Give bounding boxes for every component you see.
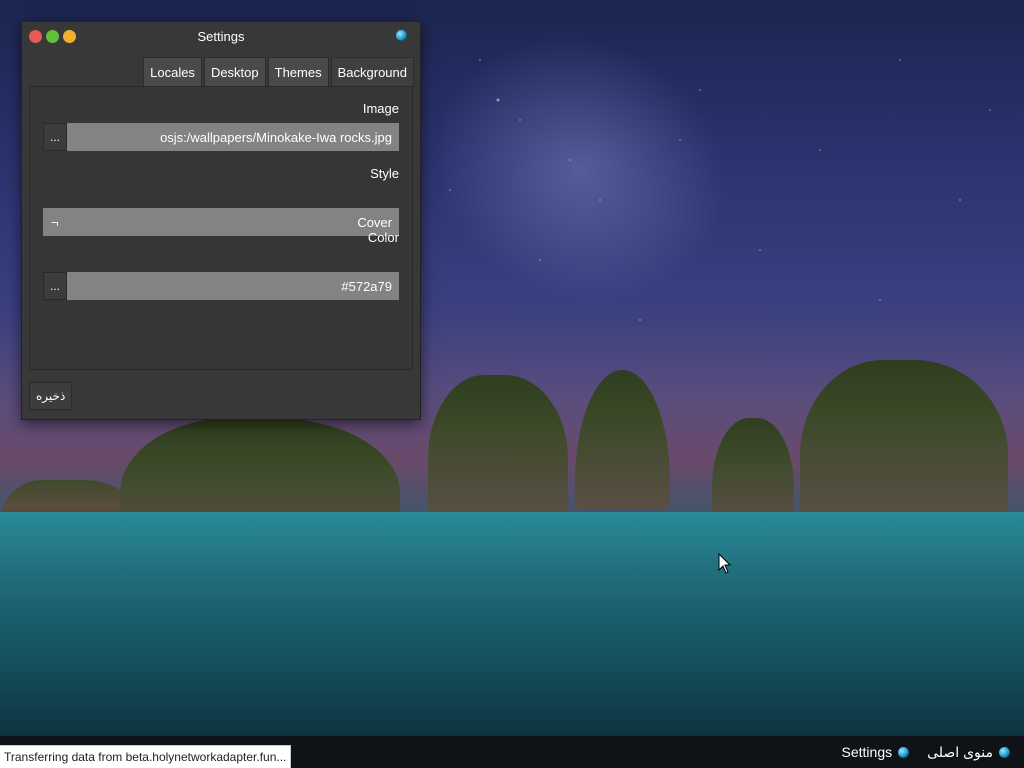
tab-background[interactable]: Background [330, 57, 414, 87]
globe-icon [898, 746, 910, 758]
globe-icon [999, 746, 1010, 758]
status-bar: Transferring data from beta.holynetworka… [0, 745, 292, 768]
tab-locales[interactable]: Locales [143, 57, 202, 87]
mouse-cursor-icon [718, 553, 732, 574]
tab-desktop[interactable]: Desktop [203, 57, 266, 87]
color-label: Color [367, 230, 399, 245]
taskbar-item-label: منوی اصلی [927, 743, 993, 760]
taskbar-main-menu[interactable]: منوی اصلی [923, 736, 1014, 768]
window-title: Settings [197, 28, 245, 44]
tab-label: Locales [150, 65, 195, 80]
color-picker-button[interactable]: ... [43, 272, 67, 300]
save-button[interactable]: ذخیره [29, 382, 73, 410]
tab-label: Desktop [210, 65, 259, 80]
maximize-button[interactable] [46, 30, 59, 43]
wallpaper-sea [0, 512, 1024, 736]
image-label: Image [362, 101, 399, 116]
image-field: ... osjs:/wallpapers/Minokake-Iwa rocks.… [43, 123, 399, 151]
desktop: Settings Locales Desktop Themes Backgrou… [0, 0, 1024, 768]
window-controls [29, 30, 76, 43]
status-text: Transferring data from beta.holynetworka… [4, 750, 287, 764]
globe-icon [396, 30, 407, 41]
style-selected-value: Cover [357, 214, 392, 230]
chevron-down-icon: ¬ [51, 214, 59, 230]
tab-label: Themes [274, 65, 322, 80]
taskbar-item-settings[interactable]: Settings [838, 736, 914, 768]
tab-label: Background [337, 65, 407, 80]
wallpaper-rock [800, 360, 1008, 518]
taskbar-item-label: Settings [841, 744, 893, 760]
close-button[interactable] [29, 30, 42, 43]
style-select[interactable]: ¬ Cover [43, 208, 399, 236]
image-browse-button[interactable]: ... [43, 123, 67, 151]
window-titlebar[interactable]: Settings [22, 22, 420, 50]
color-field: ... #572a79 [43, 272, 399, 300]
wallpaper-rock [428, 375, 568, 515]
color-input[interactable]: #572a79 [67, 272, 399, 300]
tab-themes[interactable]: Themes [267, 57, 329, 87]
minimize-button[interactable] [63, 30, 76, 43]
background-panel: Image ... osjs:/wallpapers/Minokake-Iwa … [29, 86, 413, 370]
settings-tabs: Locales Desktop Themes Background [141, 57, 414, 87]
settings-window: Settings Locales Desktop Themes Backgrou… [21, 21, 421, 420]
image-path-input[interactable]: osjs:/wallpapers/Minokake-Iwa rocks.jpg [67, 123, 399, 151]
style-label: Style [370, 166, 399, 181]
